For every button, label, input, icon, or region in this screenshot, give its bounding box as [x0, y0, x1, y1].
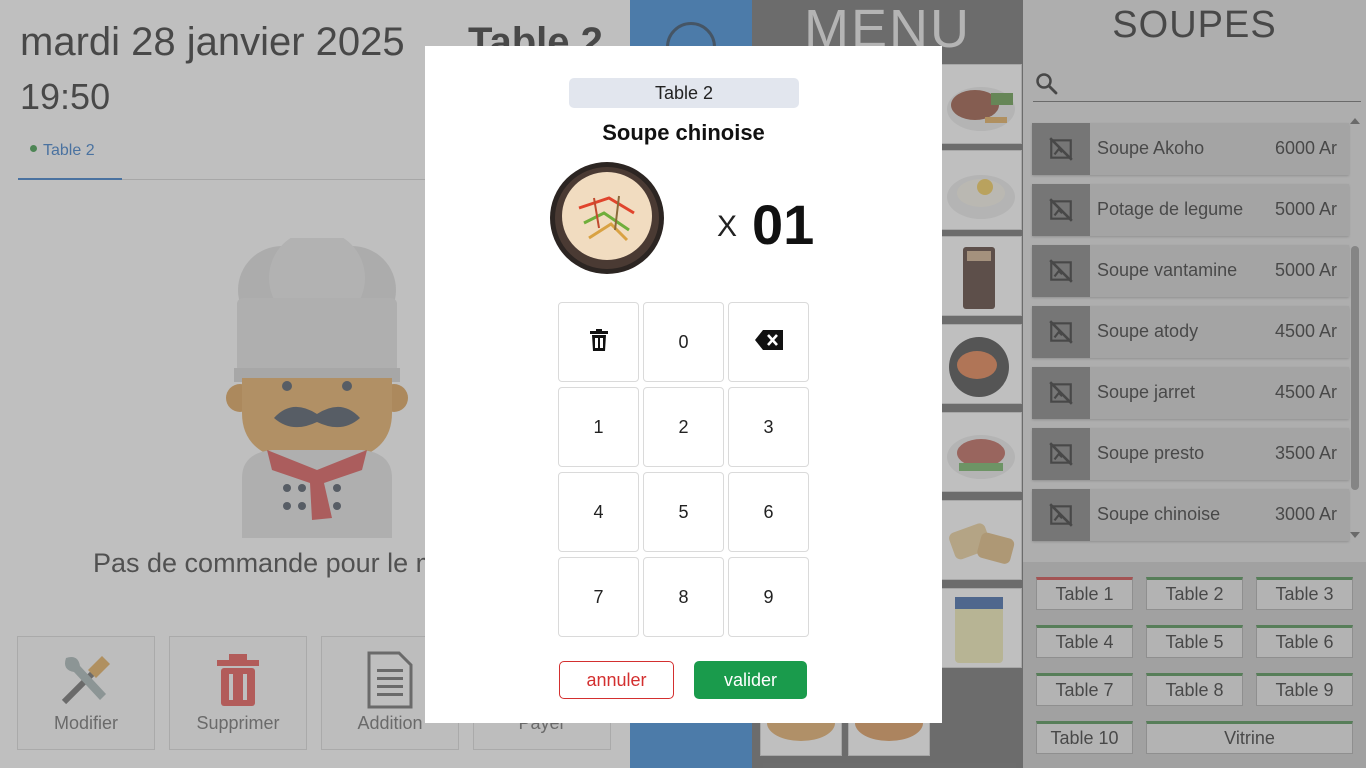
trash-icon	[589, 328, 608, 356]
backspace-icon	[754, 329, 783, 355]
key-5[interactable]: 5	[643, 472, 724, 552]
cancel-button[interactable]: annuler	[559, 661, 674, 699]
confirm-button[interactable]: valider	[694, 661, 807, 699]
key-0[interactable]: 0	[643, 302, 724, 382]
quantity-dialog: Table 2 Soupe chinoise X 01 0 1 2 3 4 5 …	[425, 46, 942, 723]
quantity-display: 01	[752, 193, 815, 256]
key-6[interactable]: 6	[728, 472, 809, 552]
dialog-table-label: Table 2	[569, 78, 799, 108]
key-8[interactable]: 8	[643, 557, 724, 637]
backspace-button[interactable]	[728, 302, 809, 382]
key-9[interactable]: 9	[728, 557, 809, 637]
key-7[interactable]: 7	[558, 557, 639, 637]
key-4[interactable]: 4	[558, 472, 639, 552]
key-3[interactable]: 3	[728, 387, 809, 467]
key-1[interactable]: 1	[558, 387, 639, 467]
multiply-sign: X	[717, 210, 738, 243]
key-2[interactable]: 2	[643, 387, 724, 467]
clear-button[interactable]	[558, 302, 639, 382]
dialog-product-name: Soupe chinoise	[602, 120, 765, 145]
product-image	[550, 162, 664, 274]
